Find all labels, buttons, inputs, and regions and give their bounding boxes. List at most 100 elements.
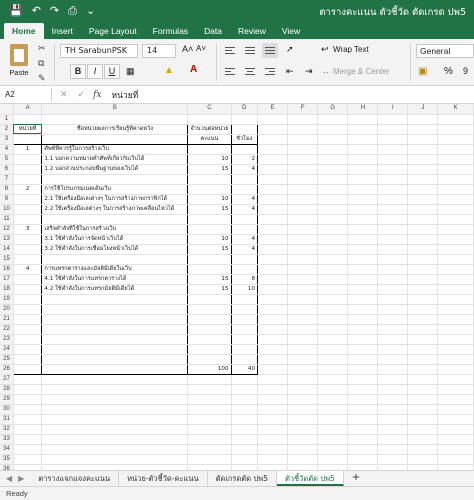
empty-cell[interactable] xyxy=(347,354,379,365)
empty-cell[interactable] xyxy=(377,304,409,315)
empty-cell[interactable] xyxy=(317,294,349,305)
empty-cell[interactable] xyxy=(407,364,439,375)
empty-cell[interactable] xyxy=(407,114,439,125)
empty-cell[interactable] xyxy=(437,224,474,235)
cell-d[interactable] xyxy=(231,354,259,365)
empty-cell[interactable] xyxy=(407,384,439,395)
cut-icon[interactable]: ✂ xyxy=(38,43,46,54)
cell-a[interactable] xyxy=(12,154,43,165)
cell-d[interactable] xyxy=(231,414,259,425)
empty-cell[interactable] xyxy=(377,224,409,235)
cell-b[interactable]: 1.1 บอกความหมายคำศัพท์เกี่ยวกับเว็บได้ xyxy=(41,154,189,165)
font-color-icon[interactable]: A xyxy=(190,64,197,75)
empty-cell[interactable] xyxy=(317,444,349,455)
empty-cell[interactable] xyxy=(377,164,409,175)
empty-cell[interactable] xyxy=(257,184,289,195)
empty-cell[interactable] xyxy=(347,214,379,225)
empty-cell[interactable] xyxy=(377,134,409,145)
cell-b[interactable]: 4.1 ใช้คำสั่งในการแทรกตารางได้ xyxy=(41,274,189,285)
cell-d[interactable] xyxy=(231,324,259,335)
cell-a[interactable] xyxy=(12,254,43,265)
cell-d[interactable] xyxy=(231,224,259,235)
empty-cell[interactable] xyxy=(407,184,439,195)
empty-cell[interactable] xyxy=(437,204,474,215)
empty-cell[interactable] xyxy=(437,454,474,465)
empty-cell[interactable] xyxy=(257,294,289,305)
cell-a[interactable] xyxy=(13,454,43,465)
row-header[interactable]: 23 xyxy=(0,334,14,345)
column-header[interactable]: G xyxy=(317,104,349,115)
prev-sheet-icon[interactable]: ◀ xyxy=(6,474,12,483)
empty-cell[interactable] xyxy=(347,174,379,185)
row-header[interactable]: 2 xyxy=(0,124,14,135)
empty-cell[interactable] xyxy=(317,334,349,345)
cell-b[interactable]: ชื่อหน่วยผลการเรียนรู้ที่คาดหวัง xyxy=(41,123,189,135)
empty-cell[interactable] xyxy=(317,184,349,195)
save-icon[interactable]: 💾 xyxy=(9,6,23,17)
cell-b[interactable]: ศัพท์ที่ควรรู้ในการสร้างเว็บ xyxy=(41,144,189,155)
row-header[interactable]: 24 xyxy=(0,344,14,355)
cell-b[interactable]: 3.1 ใช้คำสั่งในการจัดหน้าเว็บได้ xyxy=(41,234,189,245)
empty-cell[interactable] xyxy=(437,284,474,295)
row-header[interactable]: 8 xyxy=(0,184,14,195)
cell-a[interactable]: หน่วยที่ xyxy=(12,123,43,135)
empty-cell[interactable] xyxy=(347,334,379,345)
align-center-icon[interactable] xyxy=(242,64,258,79)
redo-icon[interactable]: ↷ xyxy=(50,6,59,17)
cell-a[interactable] xyxy=(13,384,43,395)
cell-c[interactable] xyxy=(187,394,232,405)
empty-cell[interactable] xyxy=(257,454,289,465)
decrease-font-icon[interactable]: A˅ xyxy=(196,44,206,53)
column-header[interactable]: B xyxy=(41,104,189,115)
tab-data[interactable]: Data xyxy=(196,23,230,39)
empty-cell[interactable] xyxy=(287,394,319,405)
empty-cell[interactable] xyxy=(437,424,474,435)
row-header[interactable]: 25 xyxy=(0,354,14,365)
empty-cell[interactable] xyxy=(287,174,319,185)
empty-cell[interactable] xyxy=(407,294,439,305)
empty-cell[interactable] xyxy=(347,144,379,155)
cell-c[interactable]: 10 xyxy=(187,194,232,205)
empty-cell[interactable] xyxy=(347,414,379,425)
cell-d[interactable]: 4 xyxy=(231,204,259,215)
empty-cell[interactable] xyxy=(347,134,379,145)
row-header[interactable]: 4 xyxy=(0,144,14,155)
column-header[interactable]: K xyxy=(437,104,474,115)
empty-cell[interactable] xyxy=(257,324,289,335)
cell-b[interactable] xyxy=(41,294,189,305)
cell-a[interactable] xyxy=(13,114,43,125)
row-header[interactable]: 14 xyxy=(0,244,14,255)
empty-cell[interactable] xyxy=(407,254,439,265)
empty-cell[interactable] xyxy=(407,454,439,465)
empty-cell[interactable] xyxy=(347,364,379,375)
empty-cell[interactable] xyxy=(437,154,474,165)
cell-b[interactable] xyxy=(41,414,189,425)
empty-cell[interactable] xyxy=(377,274,409,285)
cell-d[interactable] xyxy=(231,444,259,455)
empty-cell[interactable] xyxy=(377,414,409,425)
cell-c[interactable] xyxy=(187,114,232,125)
increase-indent-icon[interactable]: ⇥ xyxy=(305,66,313,77)
align-right-icon[interactable] xyxy=(262,64,278,79)
empty-cell[interactable] xyxy=(257,124,289,135)
row-header[interactable]: 21 xyxy=(0,314,14,325)
empty-cell[interactable] xyxy=(257,344,289,355)
empty-cell[interactable] xyxy=(377,204,409,215)
empty-cell[interactable] xyxy=(437,364,474,375)
empty-cell[interactable] xyxy=(347,344,379,355)
empty-cell[interactable] xyxy=(437,444,474,455)
empty-cell[interactable] xyxy=(347,374,379,385)
column-header[interactable]: C xyxy=(187,104,232,115)
cell-a[interactable] xyxy=(12,294,43,305)
underline-button[interactable]: U xyxy=(104,64,120,79)
empty-cell[interactable] xyxy=(347,314,379,325)
empty-cell[interactable] xyxy=(257,234,289,245)
cell-b[interactable] xyxy=(41,344,189,355)
empty-cell[interactable] xyxy=(407,424,439,435)
merge-center-button[interactable]: Merge & Center xyxy=(333,67,389,76)
cell-c[interactable] xyxy=(187,344,232,355)
empty-cell[interactable] xyxy=(377,154,409,165)
fill-color-icon[interactable]: ▲ xyxy=(164,65,174,76)
empty-cell[interactable] xyxy=(407,174,439,185)
cell-d[interactable]: 4 xyxy=(231,244,259,255)
